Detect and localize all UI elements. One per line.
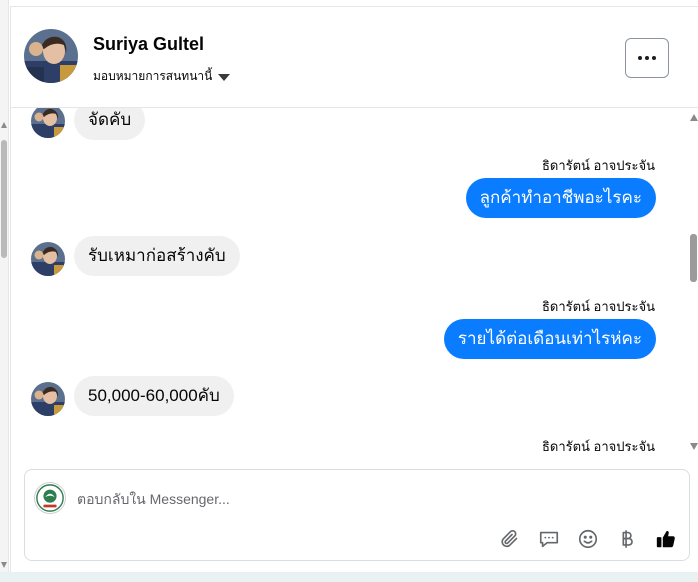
page-scrollbar[interactable] [0,0,9,582]
message-thread[interactable]: จัดคับ ธิดารัตน์ อาจประจัน ลูกค้าทำอาชีพ… [11,108,698,465]
conversation-header: Suriya Gultel มอบหมายการสนทนานี้ [11,7,698,108]
bottom-strip [0,572,698,582]
composer-toolbar [499,528,677,550]
message-bubble-outgoing[interactable]: ลูกค้าทำอาชีพอะไรคะ [465,178,656,218]
contact-avatar-small [31,242,65,276]
scroll-up-icon[interactable] [1,122,7,128]
thread-scroll-down-icon[interactable] [690,443,698,450]
message-bubble-incoming[interactable]: รับเหมาก่อสร้างคับ [74,236,240,276]
saved-reply-icon[interactable] [538,528,560,550]
more-icon [638,56,642,60]
scroll-down-icon[interactable] [1,562,7,568]
assign-conversation-label: มอบหมายการสนทนานี้ [93,69,213,83]
thread-scrollbar[interactable] [688,108,698,465]
contact-avatar[interactable] [24,29,78,83]
message-bubble-outgoing[interactable]: รายได้ต่อเดือนเท่าไรห่คะ [443,319,656,359]
baht-icon[interactable] [616,528,638,550]
contact-avatar-small [31,382,65,416]
caret-down-icon [218,73,231,81]
message-bubble-incoming[interactable]: 50,000-60,000คับ [74,376,234,416]
assign-conversation-dropdown[interactable]: มอบหมายการสนทนานี้ [93,67,231,86]
contact-name[interactable]: Suriya Gultel [93,34,204,55]
contact-avatar-small [31,108,65,138]
sender-name: ธิดารัตน์ อาจประจัน [541,299,655,314]
emoji-icon[interactable] [577,528,599,550]
page-scrollbar-thumb[interactable] [1,140,7,258]
thread-scroll-up-icon[interactable] [690,114,698,121]
like-icon[interactable] [655,528,677,550]
message-bubble-incoming[interactable]: จัดคับ [74,108,146,140]
attachment-icon[interactable] [499,528,521,550]
more-options-button[interactable] [625,38,669,78]
thread-scrollbar-thumb[interactable] [690,234,697,282]
conversation-panel: Suriya Gultel มอบหมายการสนทนานี้ จัดคับ … [10,6,698,572]
page-logo [34,482,66,514]
sender-name: ธิดารัตน์ อาจประจัน [541,439,655,454]
reply-composer [24,469,690,561]
sender-name: ธิดารัตน์ อาจประจัน [541,158,655,173]
reply-input[interactable] [77,488,477,510]
